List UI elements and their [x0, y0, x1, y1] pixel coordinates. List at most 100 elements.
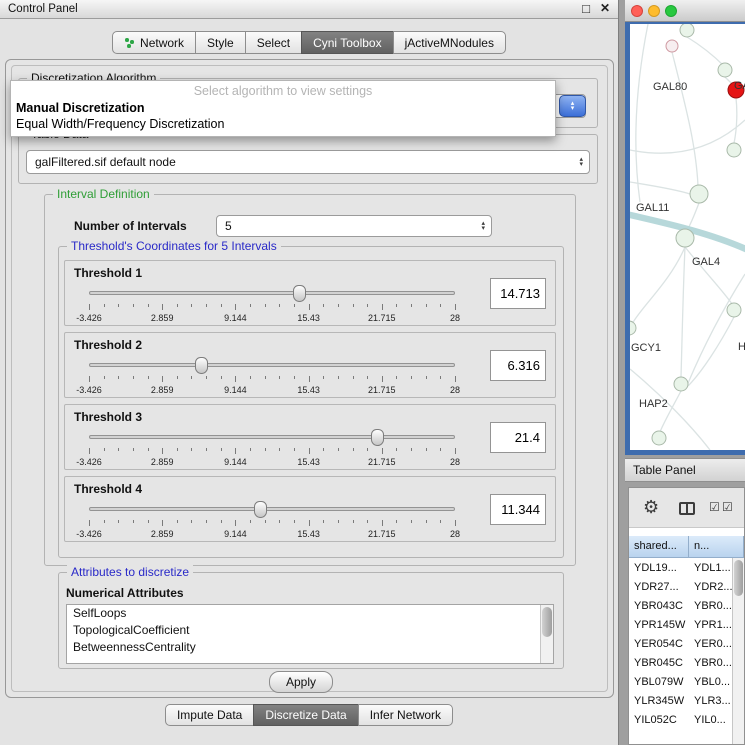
- threshold-slider[interactable]: -3.4262.8599.14415.4321.71528: [89, 429, 455, 469]
- slider-thumb[interactable]: [195, 357, 208, 374]
- combobox-stepper-icon[interactable]: [481, 221, 485, 231]
- scrollbar-thumb[interactable]: [734, 560, 743, 596]
- tick-label: 2.859: [151, 385, 174, 395]
- tab-label: Discretize Data: [265, 708, 346, 722]
- network-icon: [124, 37, 135, 48]
- table-row[interactable]: YER054CYER0...: [629, 634, 744, 653]
- float-window-icon[interactable]: [582, 2, 590, 17]
- table-toolbar: [629, 488, 744, 528]
- list-item[interactable]: BetweennessCentrality: [67, 639, 553, 656]
- interval-definition-label: Interval Definition: [53, 187, 154, 201]
- node[interactable]: [666, 40, 678, 52]
- checkbox-icon[interactable]: [709, 500, 720, 514]
- list-item[interactable]: TopologicalCoefficient: [67, 622, 553, 639]
- table-row[interactable]: YBL079WYBL0...: [629, 672, 744, 691]
- settings-gear-icon[interactable]: [643, 497, 659, 518]
- table-row[interactable]: YBR045CYBR0...: [629, 653, 744, 672]
- tick-label: 15.43: [297, 529, 320, 539]
- column-header[interactable]: n...: [689, 536, 744, 558]
- threshold-value-field[interactable]: [490, 350, 546, 381]
- threshold-panel: Threshold 3 -3.4262.8599.14415.4321.7152…: [64, 404, 556, 470]
- table-data-combobox[interactable]: galFiltered.sif default node: [26, 150, 590, 174]
- node[interactable]: [727, 143, 741, 157]
- threshold-slider[interactable]: -3.4262.8599.14415.4321.71528: [89, 501, 455, 541]
- slider-track[interactable]: [89, 507, 455, 511]
- column-header[interactable]: shared...: [629, 536, 689, 558]
- tab-cyni-toolbox[interactable]: Cyni Toolbox: [301, 31, 393, 54]
- tab-impute-data[interactable]: Impute Data: [165, 704, 254, 726]
- table-row[interactable]: YDL19...YDL1...: [629, 558, 744, 577]
- table-scrollbar[interactable]: [732, 558, 744, 744]
- close-traffic-light-icon[interactable]: [631, 5, 643, 17]
- threshold-slider[interactable]: -3.4262.8599.14415.4321.71528: [89, 357, 455, 397]
- close-window-icon[interactable]: [600, 2, 610, 16]
- bottom-tab-bar: Impute Data Discretize Data Infer Network: [0, 704, 618, 726]
- list-scrollbar[interactable]: [540, 605, 553, 663]
- tab-network[interactable]: Network: [112, 31, 196, 54]
- node[interactable]: [652, 431, 666, 445]
- tick-label: 28: [450, 385, 460, 395]
- table-cell: YIL052C: [629, 714, 689, 726]
- tick-label: 15.43: [297, 457, 320, 467]
- minimize-traffic-light-icon[interactable]: [648, 5, 660, 17]
- network-canvas[interactable]: GAL80 GAL11 GAL4 GCY1 HAP2 GA H: [630, 24, 745, 450]
- list-item[interactable]: SelfLoops: [67, 605, 553, 622]
- window-titlebar[interactable]: Control Panel: [0, 0, 618, 19]
- dropdown-option[interactable]: Manual Discretization: [11, 100, 555, 116]
- tab-style[interactable]: Style: [195, 31, 246, 54]
- tick-label: 21.715: [368, 385, 396, 395]
- tab-jactivemnodules[interactable]: jActiveMNodules: [393, 31, 506, 54]
- tick-label: -3.426: [76, 457, 102, 467]
- tick-label: 9.144: [224, 313, 247, 323]
- table-cell: YPR145W: [629, 619, 689, 631]
- node[interactable]: [680, 24, 694, 37]
- node[interactable]: [674, 377, 688, 391]
- slider-thumb[interactable]: [293, 285, 306, 302]
- tick-label: 9.144: [224, 457, 247, 467]
- threshold-label: Threshold 2: [74, 338, 142, 352]
- column-layout-icon[interactable]: [679, 502, 695, 515]
- slider-track[interactable]: [89, 291, 455, 295]
- table-header-row: shared... n...: [629, 536, 744, 558]
- algorithm-dropdown-options: Manual DiscretizationEqual Width/Frequen…: [11, 100, 555, 132]
- threshold-value-field[interactable]: [490, 278, 546, 309]
- scrollbar-thumb[interactable]: [542, 607, 552, 637]
- table-row[interactable]: YLR345WYLR3...: [629, 691, 744, 710]
- table-row[interactable]: YBR043CYBR0...: [629, 596, 744, 615]
- table-cell: YBL079W: [629, 676, 689, 688]
- tab-select[interactable]: Select: [245, 31, 302, 54]
- table-row[interactable]: YIL052CYIL0...: [629, 710, 744, 729]
- tab-discretize-data[interactable]: Discretize Data: [253, 704, 358, 726]
- threshold-value-field[interactable]: [490, 422, 546, 453]
- table-row[interactable]: YDR27...YDR2...: [629, 577, 744, 596]
- slider-thumb[interactable]: [371, 429, 384, 446]
- network-view-window: GAL80 GAL11 GAL4 GCY1 HAP2 GA H: [625, 0, 745, 455]
- node[interactable]: [727, 303, 741, 317]
- node[interactable]: [676, 229, 694, 247]
- zoom-traffic-light-icon[interactable]: [665, 5, 677, 17]
- table-row[interactable]: YPR145WYPR1...: [629, 615, 744, 634]
- apply-button[interactable]: Apply: [269, 671, 333, 693]
- threshold-value-field[interactable]: [490, 494, 546, 525]
- slider-track[interactable]: [89, 363, 455, 367]
- node[interactable]: [690, 185, 708, 203]
- network-window-titlebar[interactable]: [625, 0, 745, 22]
- tick-label: 9.144: [224, 385, 247, 395]
- threshold-slider[interactable]: -3.4262.8599.14415.4321.71528: [89, 285, 455, 325]
- combobox-stepper-icon[interactable]: [579, 157, 583, 167]
- node[interactable]: [630, 321, 636, 335]
- tick-label: 2.859: [151, 529, 174, 539]
- checkbox-icon[interactable]: [722, 500, 733, 514]
- tab-infer-network[interactable]: Infer Network: [358, 704, 453, 726]
- node-label: GCY1: [631, 342, 661, 354]
- node-label: GAL80: [653, 81, 687, 93]
- algorithm-combobox-stepper[interactable]: [559, 95, 586, 117]
- tick-label: 15.43: [297, 385, 320, 395]
- num-intervals-combobox[interactable]: 5: [216, 215, 492, 237]
- threshold-label: Threshold 4: [74, 482, 142, 496]
- table-panel-titlebar[interactable]: Table Panel: [625, 458, 745, 482]
- node[interactable]: [718, 63, 732, 77]
- slider-track[interactable]: [89, 435, 455, 439]
- dropdown-option[interactable]: Equal Width/Frequency Discretization: [11, 116, 555, 132]
- slider-thumb[interactable]: [254, 501, 267, 518]
